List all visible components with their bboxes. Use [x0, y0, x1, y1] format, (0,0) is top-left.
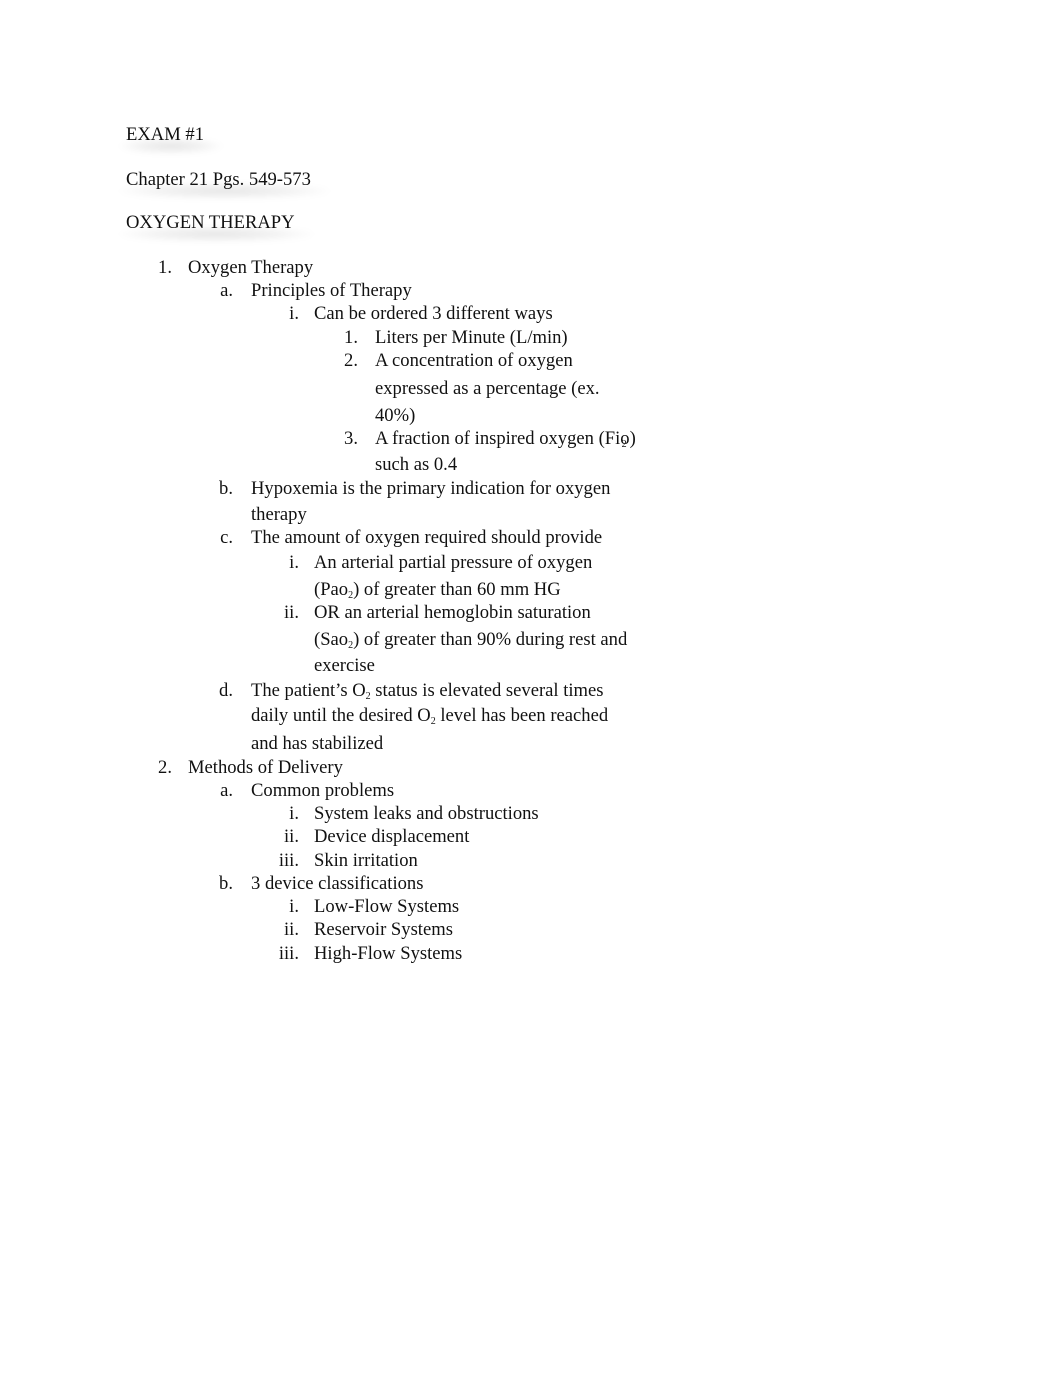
chapter-heading: Chapter 21 Pgs. 549-573 [120, 169, 329, 199]
text-segment: level has been reached [435, 705, 609, 726]
list-item-line: The patient’s O2 status is elevated seve… [251, 680, 604, 702]
text-segment: (Sao [314, 629, 349, 650]
list-marker: i. [289, 303, 299, 324]
exam-heading-text: EXAM #1 [126, 124, 204, 145]
text-segment: daily until the desired O [251, 705, 431, 726]
list-item: Methods of Delivery [188, 757, 343, 778]
list-marker: d. [219, 680, 233, 701]
list-item-line: A fraction of inspired oxygen (Fio2) [375, 428, 636, 450]
list-item: Common problems [251, 780, 395, 801]
list-marker: ii. [284, 919, 299, 940]
list-item: The amount of oxygen required should pro… [251, 527, 603, 548]
text-segment: ) of greater than 60 mm HG [353, 579, 561, 600]
text-segment: A fraction of inspired oxygen (Fio [375, 428, 630, 449]
list-item: Liters per Minute (L/min) [375, 327, 568, 348]
chapter-heading-text: Chapter 21 Pgs. 549-573 [126, 169, 311, 190]
list-marker: ii. [284, 602, 299, 623]
list-item: 3 device classifications [251, 873, 424, 894]
list-marker: 2. [158, 757, 172, 778]
list-item: Principles of Therapy [251, 280, 412, 301]
text-segment: ) of greater than 90% during rest and [353, 629, 628, 650]
list-item: High-Flow Systems [314, 943, 463, 964]
list-marker: a. [220, 280, 233, 301]
list-marker: iii. [278, 850, 299, 871]
list-marker: b. [219, 873, 233, 894]
exam-heading: EXAM #1 [120, 124, 222, 154]
list-item-line: 40%) [375, 405, 416, 426]
topic-heading-text: OXYGEN THERAPY [126, 212, 295, 233]
list-marker: 1. [344, 327, 358, 348]
list-item: Can be ordered 3 different ways [314, 303, 553, 324]
list-marker: i. [289, 552, 299, 573]
topic-heading: OXYGEN THERAPY [120, 212, 313, 242]
text-segment: status is elevated several times [370, 680, 604, 701]
list-marker: i. [289, 803, 299, 824]
list-item: Oxygen Therapy [188, 257, 314, 278]
document-page: EXAM #1 Chapter 21 Pgs. 549-573 OXYGEN T… [0, 0, 1062, 1377]
text-segment: (Pao [314, 579, 349, 600]
list-item-line: OR an arterial hemoglobin saturation [314, 602, 591, 623]
list-marker: 3. [344, 428, 358, 449]
list-item-line: such as 0.4 [375, 454, 458, 475]
list-marker: ii. [284, 826, 299, 847]
list-item-line: Hypoxemia is the primary indication for … [251, 478, 611, 499]
list-item: System leaks and obstructions [314, 803, 539, 824]
list-marker: iii. [278, 943, 299, 964]
list-item: Skin irritation [314, 850, 418, 871]
text-segment: ) [629, 428, 636, 449]
list-item-line: A concentration of oxygen [375, 350, 573, 371]
list-marker: c. [220, 527, 233, 548]
list-marker: a. [220, 780, 233, 801]
list-marker: i. [289, 896, 299, 917]
list-item-line: and has stabilized [251, 733, 384, 754]
list-marker: b. [219, 478, 233, 499]
list-item-line: (Sao2) of greater than 90% during rest a… [314, 629, 627, 651]
list-item-line: therapy [251, 504, 307, 525]
list-item: Reservoir Systems [314, 919, 453, 940]
list-item-line: An arterial partial pressure of oxygen [314, 552, 593, 573]
list-item: Device displacement [314, 826, 470, 847]
list-item: Low-Flow Systems [314, 896, 460, 917]
text-segment: The patient’s O [251, 680, 366, 701]
list-item-line: daily until the desired O2 level has bee… [251, 705, 608, 727]
list-marker: 1. [158, 257, 172, 278]
list-item-line: (Pao2) of greater than 60 mm HG [314, 579, 561, 601]
list-item-line: expressed as a percentage (ex. [375, 378, 600, 399]
list-marker: 2. [344, 350, 358, 371]
list-item-line: exercise [314, 655, 375, 676]
